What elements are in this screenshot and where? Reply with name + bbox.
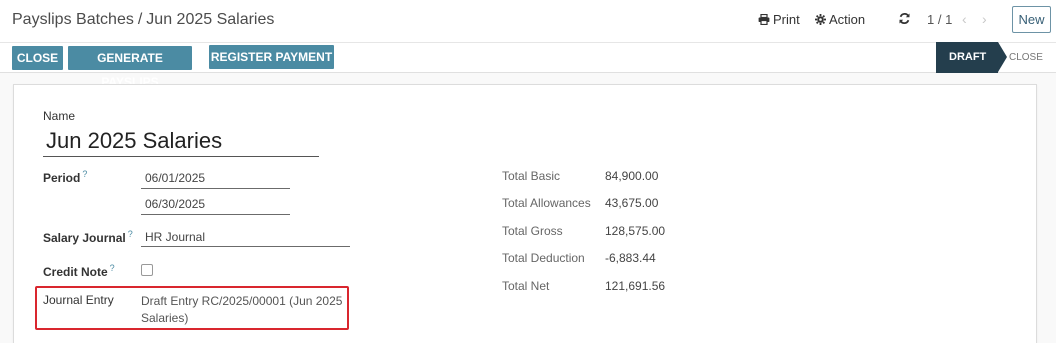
credit-note-help-marker[interactable]: ? (110, 263, 115, 273)
credit-note-label-text: Credit Note (43, 265, 108, 279)
period-start-underline (141, 188, 290, 189)
name-field[interactable]: Jun 2025 Salaries (46, 128, 222, 154)
credit-note-label: Credit Note? (43, 263, 115, 279)
total-allowances-value: 43,675.00 (605, 196, 659, 210)
stage-close[interactable]: CLOSE (1009, 43, 1043, 72)
register-payment-button[interactable]: REGISTER PAYMENT (209, 45, 334, 69)
period-label-text: Period (43, 171, 81, 185)
total-net-label: Total Net (502, 279, 550, 293)
total-gross-label: Total Gross (502, 224, 563, 238)
total-deduction-value: -6,883.44 (605, 251, 656, 265)
salary-journal-underline (141, 246, 350, 247)
pager-previous-button[interactable]: ‹ (962, 11, 967, 27)
control-panel: Payslips Batches / Jun 2025 Salaries Print… (0, 0, 1056, 42)
journal-entry-link[interactable]: Draft Entry RC/2025/00001 (Jun 2025 Sala… (141, 293, 346, 327)
journal-entry-label: Journal Entry (43, 293, 114, 307)
total-net-value: 121,691.56 (605, 279, 666, 293)
period-label: Period? (43, 169, 87, 185)
period-start-field[interactable]: 06/01/2025 (145, 171, 205, 185)
total-gross-value: 128,575.00 (605, 224, 666, 238)
salary-journal-label-text: Salary Journal (43, 231, 126, 245)
salary-journal-help-marker[interactable]: ? (128, 229, 133, 239)
gear-icon (815, 14, 826, 25)
statusbar: CLOSE GENERATE PAYSLIPS REGISTER PAYMENT… (0, 42, 1056, 89)
total-basic-label: Total Basic (502, 169, 561, 183)
breadcrumb: Payslips Batches / Jun 2025 Salaries (12, 11, 274, 29)
period-end-underline (141, 214, 290, 215)
total-deduction-label: Total Deduction (502, 251, 585, 265)
generate-payslips-button[interactable]: GENERATE PAYSLIPS (68, 46, 192, 89)
stage-draft[interactable]: DRAFT (936, 42, 998, 73)
credit-note-checkbox[interactable] (141, 264, 153, 276)
breadcrumb-separator: / (137, 11, 143, 28)
print-label: Print (773, 12, 800, 27)
salary-journal-label: Salary Journal? (43, 229, 133, 245)
print-icon (758, 14, 770, 25)
refresh-icon[interactable] (898, 12, 911, 28)
pager-next-button[interactable]: › (982, 11, 987, 27)
stage-draft-arrow (998, 42, 1007, 72)
period-help-marker[interactable]: ? (82, 169, 87, 179)
print-button[interactable]: Print (758, 12, 800, 27)
breadcrumb-current: Jun 2025 Salaries (146, 11, 275, 28)
salary-journal-field[interactable]: HR Journal (145, 230, 205, 244)
total-allowances-label: Total Allowances (502, 196, 591, 210)
breadcrumb-parent-link[interactable]: Payslips Batches (12, 11, 134, 28)
pager-value: 1 / 1 (927, 12, 953, 27)
action-menu-button[interactable]: Action (815, 12, 865, 27)
name-field-underline (43, 156, 319, 157)
name-label: Name (43, 109, 76, 123)
new-button[interactable]: New (1012, 6, 1051, 33)
period-end-field[interactable]: 06/30/2025 (145, 197, 205, 211)
total-basic-value: 84,900.00 (605, 169, 659, 183)
close-button[interactable]: CLOSE (12, 46, 63, 70)
action-label: Action (829, 12, 866, 27)
